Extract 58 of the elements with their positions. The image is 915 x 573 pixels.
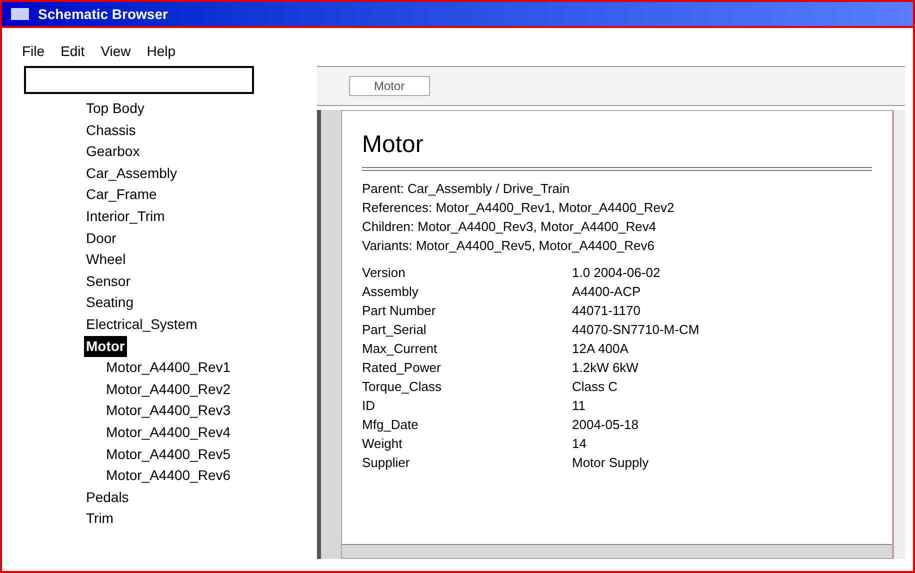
tree-item[interactable]: Trim [84,508,116,530]
scrollbar[interactable] [317,110,341,559]
tree-item[interactable]: Motor_A4400_Rev3 [104,400,233,422]
property-value: 44071-1170 [572,302,642,320]
search-field[interactable] [24,66,254,94]
property-name: Part_Serial [362,321,428,339]
detail-line: Children: Motor_A4400_Rev3, Motor_A4400_Rev4 [362,218,658,236]
property-value: 1.2kW 6kW [572,359,640,377]
tree-item[interactable]: Wheel [84,249,128,271]
property-value: 11 [572,397,586,415]
tree-item[interactable]: Electrical_System [84,314,200,336]
property-value: 44070-SN7710-M-CM [572,321,700,339]
property-value: Motor Supply [572,454,650,472]
property-value: 12A 400A [572,340,630,358]
property-name: Rated_Power [362,359,442,377]
app-icon [10,7,30,21]
location-label: Motor [349,76,430,96]
menu-item[interactable]: Help [146,40,176,62]
tree-item[interactable]: Chassis [84,120,138,142]
window-title: Schematic Browser [38,4,168,24]
property-name: Assembly [362,283,420,301]
tree-item[interactable]: Motor_A4400_Rev1 [104,357,233,379]
property-value: Class C [572,378,619,396]
property-name: Supplier [362,454,411,472]
detail-line: Parent: Car_Assembly / Drive_Train [362,180,571,198]
property-name: Mfg_Date [362,416,420,434]
tree-item[interactable]: Door [84,228,118,250]
tree-item[interactable]: Motor [84,336,127,358]
menu-item[interactable]: View [100,40,131,62]
tree-item[interactable]: Motor_A4400_Rev4 [104,422,233,444]
property-name: Version [362,264,406,282]
vertical-scrollbar[interactable] [893,110,905,559]
horizontal-scrollbar[interactable] [342,544,892,558]
tree-item[interactable]: Seating [84,292,136,314]
tree-item[interactable]: Interior_Trim [84,206,167,228]
detail-line: References: Motor_A4400_Rev1, Motor_A4400_Rev2 [362,199,676,217]
tree-item[interactable]: Motor_A4400_Rev6 [104,465,233,487]
property-name: Part Number [362,302,437,320]
property-name: Torque_Class [362,378,442,396]
property-name: ID [362,397,376,415]
tree-item[interactable]: Motor_A4400_Rev5 [104,444,233,466]
tree-item[interactable]: Gearbox [84,141,142,163]
menu-item[interactable]: Edit [60,40,85,62]
tree-item[interactable]: Car_Frame [84,184,159,206]
tree-item[interactable]: Motor_A4400_Rev2 [104,378,233,400]
property-value: 1.0 2004-06-02 [572,264,662,282]
tree-item[interactable]: Top Body [84,98,146,120]
tree-item[interactable]: Pedals [84,486,131,508]
tree-item[interactable]: Car_Assembly [84,162,180,184]
detail-line: Variants: Motor_A4400_Rev5, Motor_A4400_Rev6 [362,237,656,255]
property-name: Max_Current [362,340,438,358]
property-name: Weight [362,435,404,453]
property-value: 14 [572,435,588,453]
menu-item[interactable]: File [22,40,45,62]
property-value: A4400-ACP [572,283,642,301]
detail-heading: Motor [362,127,872,171]
property-value: 2004-05-18 [572,416,640,434]
tree-item[interactable]: Sensor [84,270,132,292]
